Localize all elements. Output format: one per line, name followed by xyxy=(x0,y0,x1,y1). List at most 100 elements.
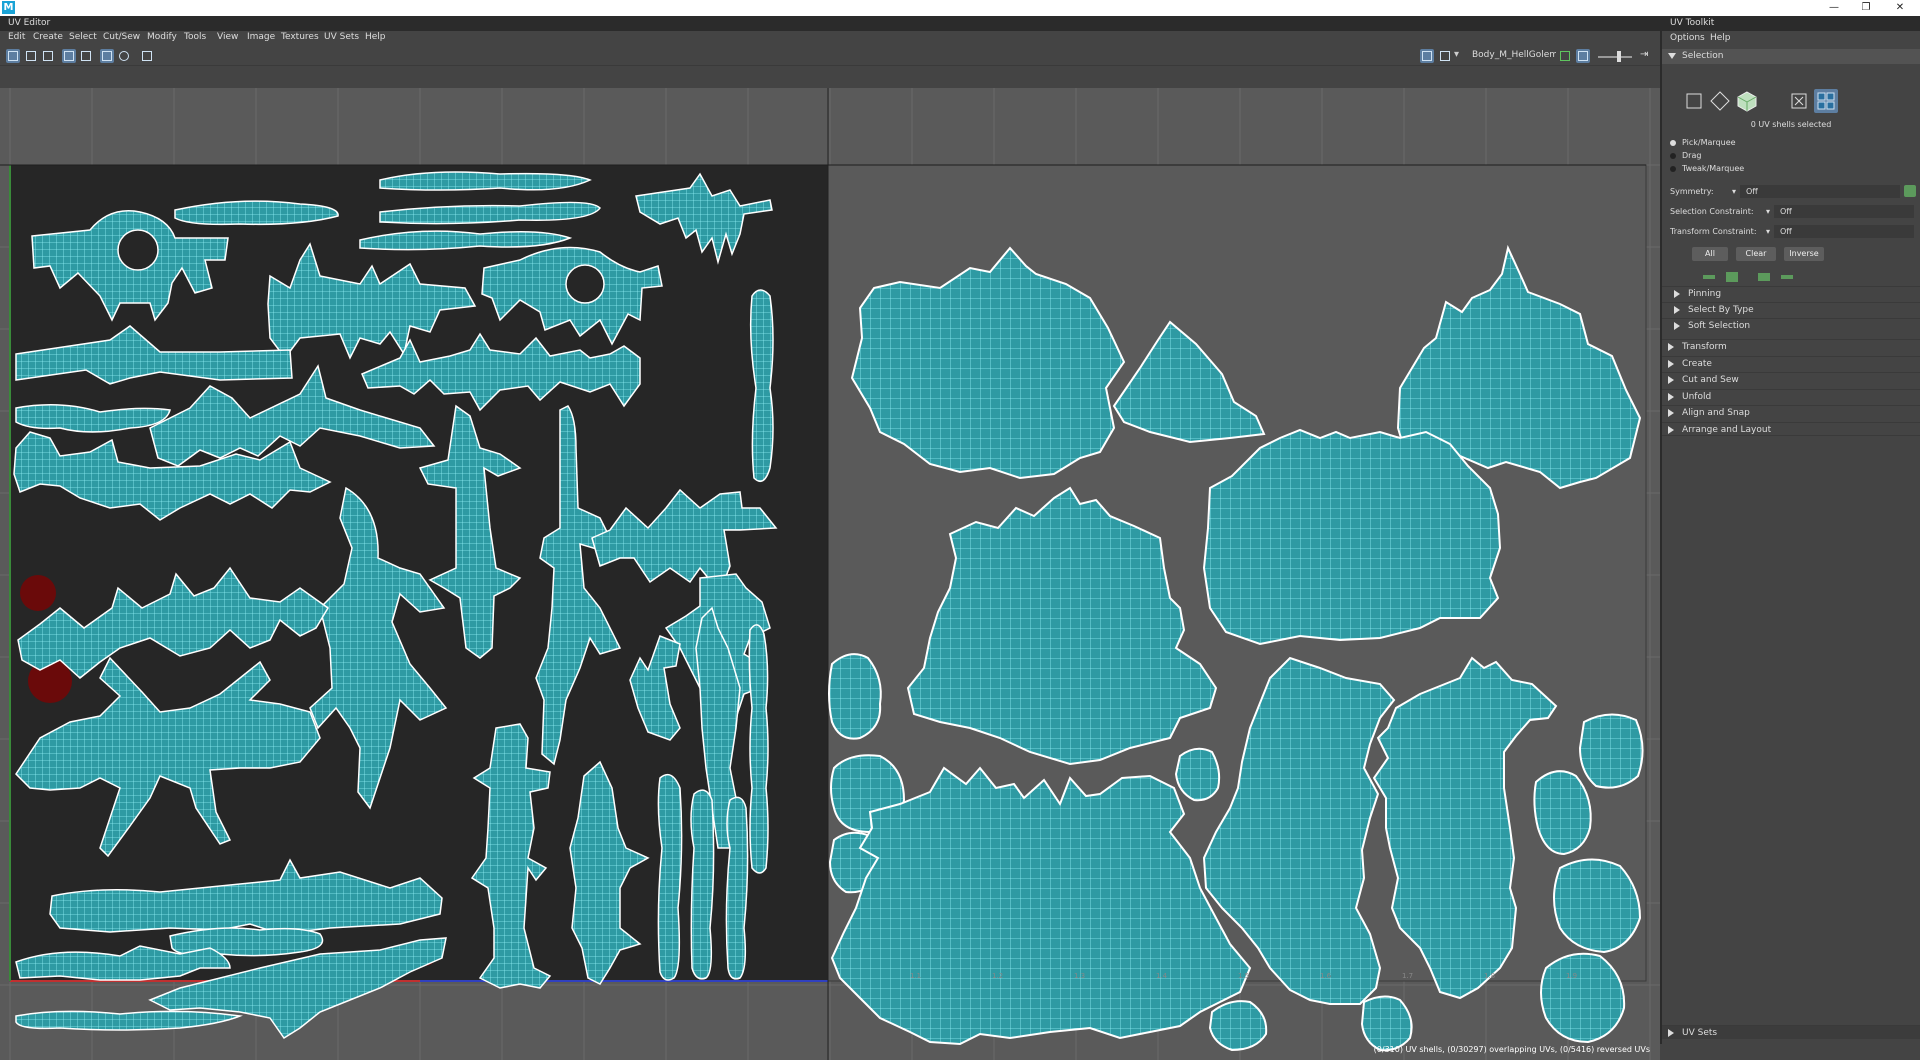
grow-selection-icon[interactable] xyxy=(1725,272,1739,282)
section-selection-label: Selection xyxy=(1682,51,1724,61)
uv-shell xyxy=(1540,952,1626,1044)
menu-select[interactable]: Select xyxy=(69,32,97,42)
chevron-right-icon xyxy=(1668,426,1674,434)
axis-tick-label: 1.6 xyxy=(1320,972,1332,980)
radio-off-icon xyxy=(1670,152,1676,159)
uv-shell-select-active-icon[interactable] xyxy=(1814,89,1838,113)
chevron-right-icon xyxy=(1668,376,1674,384)
transform-constraint-dropdown[interactable]: Off xyxy=(1774,225,1914,238)
uv-select-icon[interactable] xyxy=(1708,89,1732,113)
toolkit-menu-options[interactable]: Options xyxy=(1670,33,1705,43)
restore-button[interactable]: ❐ xyxy=(1852,0,1880,16)
uv-toolkit-menubar: Options Help xyxy=(1662,31,1920,45)
menu-create[interactable]: Create xyxy=(33,32,63,42)
chevron-right-icon xyxy=(1668,393,1674,401)
uv-toolbar-camera-icon[interactable] xyxy=(140,49,154,63)
section-soft-selection[interactable]: Soft Selection xyxy=(1662,318,1920,332)
section-align-and-snap-label: Align and Snap xyxy=(1682,408,1750,418)
chevron-down-icon: ▾ xyxy=(1732,187,1737,196)
menu-textures[interactable]: Textures xyxy=(281,32,319,42)
select-shell-icon[interactable] xyxy=(1780,272,1794,282)
transform-constraint-label: Transform Constraint: xyxy=(1670,227,1757,236)
section-align-and-snap[interactable]: Align and Snap xyxy=(1662,405,1920,419)
selection-constraint-dropdown[interactable]: Off xyxy=(1774,205,1914,218)
chevron-down-icon[interactable]: ▾ xyxy=(1454,49,1468,63)
minimize-button[interactable]: — xyxy=(1820,0,1848,16)
section-select-by-type[interactable]: Select By Type xyxy=(1662,302,1920,316)
menu-image[interactable]: Image xyxy=(247,32,275,42)
mesh-name[interactable]: Body_M_HellGolemW xyxy=(1472,50,1556,60)
uv-toolbar-mode-icon[interactable] xyxy=(6,49,20,63)
uv-toolbar-grid-icon[interactable] xyxy=(79,49,93,63)
clear-selection-button[interactable]: Clear xyxy=(1736,247,1776,261)
select-shell-border-icon[interactable] xyxy=(1757,272,1771,282)
uv-canvas[interactable]: 1.1 1.2 1.3 1.4 1.5 1.6 1.7 1.8 1.9 xyxy=(0,88,1660,1060)
brightness-slider-handle[interactable] xyxy=(1617,51,1621,62)
checker-icon[interactable] xyxy=(1438,49,1452,63)
shrink-selection-icon[interactable] xyxy=(1702,272,1716,282)
symmetry-dropdown[interactable]: Off xyxy=(1740,185,1900,198)
display-image-icon[interactable] xyxy=(1576,49,1590,63)
chevron-right-icon xyxy=(1674,322,1680,330)
red-mark xyxy=(20,575,56,611)
uv-toolbar-grid-icon[interactable] xyxy=(62,49,76,63)
uv-viewport[interactable]: 1.1 1.2 1.3 1.4 1.5 1.6 1.7 1.8 1.9 (0/310) UV s… xyxy=(0,88,1660,1060)
inverse-selection-button[interactable]: Inverse xyxy=(1784,247,1824,261)
chevron-right-icon xyxy=(1668,343,1674,351)
axis-tick-label: 1.9 xyxy=(1566,972,1577,980)
brightness-slider-track[interactable] xyxy=(1598,56,1632,58)
uv-shell xyxy=(379,171,592,191)
uv-shell xyxy=(748,624,769,874)
section-create[interactable]: Create xyxy=(1662,356,1920,370)
close-button[interactable]: ✕ xyxy=(1886,0,1914,16)
mode-tweak-marquee[interactable]: Tweak/Marquee xyxy=(1670,164,1744,173)
uv-shell xyxy=(657,773,683,981)
menu-tools[interactable]: Tools xyxy=(184,32,206,42)
shaded-uv-icon[interactable] xyxy=(1558,49,1572,63)
section-pinning[interactable]: Pinning xyxy=(1662,286,1920,300)
uv-shell xyxy=(15,1010,243,1031)
expand-icon[interactable]: ⇥ xyxy=(1640,49,1654,63)
menu-cut-sew[interactable]: Cut/Sew xyxy=(103,32,140,42)
section-arrange-and-layout[interactable]: Arrange and Layout xyxy=(1662,422,1920,436)
uv-toolbar-mode-icon[interactable] xyxy=(41,49,55,63)
symmetry-label: Symmetry: xyxy=(1670,187,1714,196)
symmetry-row: Symmetry: ▾ Off xyxy=(1670,185,1920,199)
mode-label: Pick/Marquee xyxy=(1682,138,1736,147)
menu-edit[interactable]: Edit xyxy=(8,32,25,42)
uv-face-select-icon[interactable] xyxy=(1735,89,1759,113)
menu-view[interactable]: View xyxy=(217,32,238,42)
uv-status-line: (0/310) UV shells, (0/30297) overlapping… xyxy=(1373,1045,1650,1054)
uv-toolkit-panel: UV Toolkit Options Help Selection 0 UV s… xyxy=(1662,16,1920,1044)
uv-editor-toolbar: ▾ Body_M_HellGolemW ⇥ xyxy=(0,46,1660,66)
uv-toolbar-dot-icon[interactable] xyxy=(117,49,131,63)
menu-help[interactable]: Help xyxy=(365,32,386,42)
section-unfold[interactable]: Unfold xyxy=(1662,389,1920,403)
section-uv-sets[interactable]: UV Sets xyxy=(1662,1025,1920,1039)
uv-toolbar-mode-icon[interactable] xyxy=(24,49,38,63)
uv-shell-select-icon[interactable] xyxy=(1682,89,1706,113)
section-cut-and-sew[interactable]: Cut and Sew xyxy=(1662,372,1920,386)
uv-shell xyxy=(1578,713,1644,789)
mode-drag[interactable]: Drag xyxy=(1670,151,1701,160)
mode-pick-marquee[interactable]: Pick/Marquee xyxy=(1670,138,1736,147)
mode-label: Tweak/Marquee xyxy=(1682,164,1745,173)
select-all-button[interactable]: All xyxy=(1692,247,1728,261)
chevron-right-icon xyxy=(1674,290,1680,298)
chevron-down-icon: ▾ xyxy=(1766,207,1771,216)
uv-toolbar-snap-icon[interactable] xyxy=(100,49,114,63)
section-selection-header[interactable]: Selection xyxy=(1662,49,1920,64)
section-transform[interactable]: Transform xyxy=(1662,339,1920,353)
radio-on-icon xyxy=(1670,139,1676,146)
toolkit-menu-help[interactable]: Help xyxy=(1710,33,1731,43)
axis-tick-label: 1.2 xyxy=(992,972,1003,980)
menu-modify[interactable]: Modify xyxy=(147,32,177,42)
symmetry-toggle-icon[interactable] xyxy=(1904,185,1916,197)
menu-uv-sets[interactable]: UV Sets xyxy=(324,32,359,42)
uv-toolkit-title: UV Toolkit xyxy=(1662,16,1920,31)
uv-shell xyxy=(1208,1000,1268,1052)
uv-shell-mode-icon[interactable] xyxy=(1787,89,1811,113)
uv-toolbar-image-icon[interactable] xyxy=(1420,49,1434,63)
chevron-right-icon xyxy=(1668,409,1674,417)
chevron-down-icon xyxy=(1668,53,1676,59)
